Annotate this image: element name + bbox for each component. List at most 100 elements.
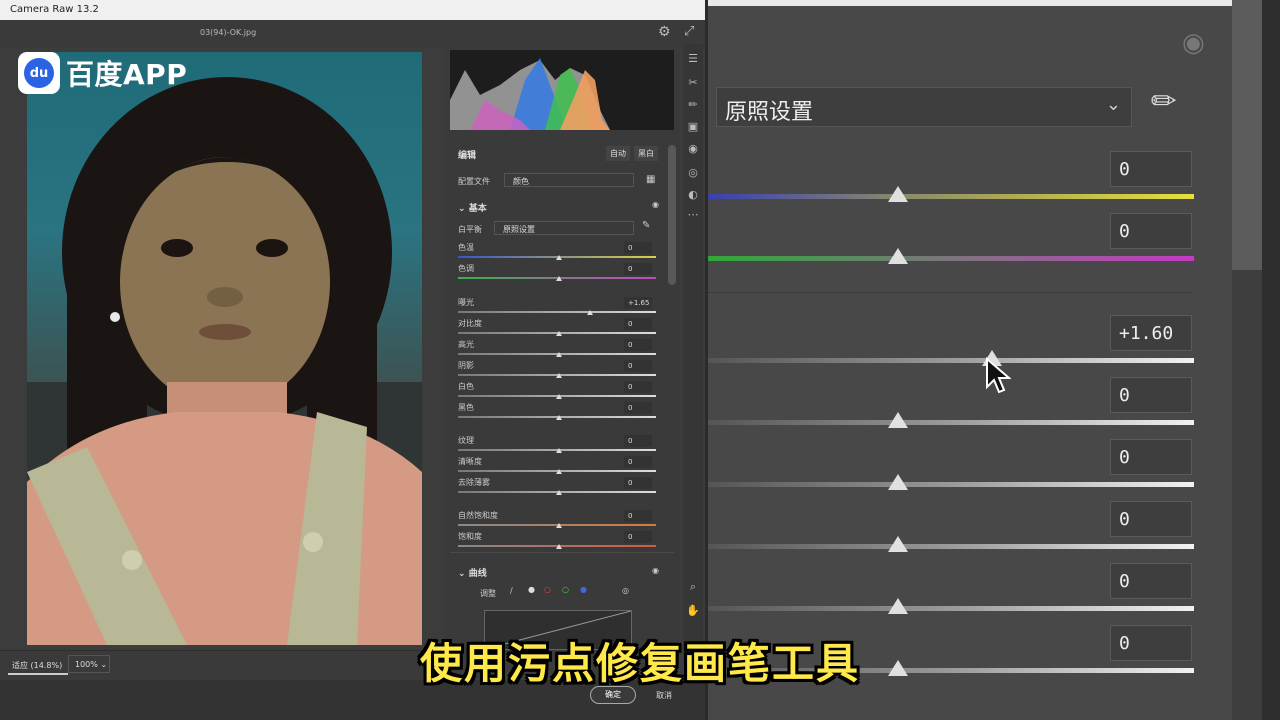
slider-label: 阴影 (458, 361, 474, 370)
slider-thumb[interactable] (556, 448, 562, 453)
preview-photo (27, 52, 422, 645)
histogram (450, 50, 674, 130)
slider-label: 色温 (458, 243, 474, 252)
redeye-icon[interactable]: ◎ (686, 166, 700, 180)
curve-green-icon[interactable]: ○ (562, 585, 569, 594)
zoom-icon[interactable]: ⌕ (686, 580, 700, 594)
presets-icon[interactable]: ◐ (686, 188, 700, 202)
slider-thumb[interactable] (556, 544, 562, 549)
slider-value[interactable]: 0 (624, 510, 652, 522)
slider-thumb[interactable] (556, 523, 562, 528)
fullscreen-icon[interactable]: ⤢ (684, 24, 694, 39)
zoomed-value-box[interactable]: 0 (1110, 501, 1192, 537)
slider-value[interactable]: 0 (624, 477, 652, 489)
profile-select[interactable]: 颜色 (504, 173, 634, 187)
gear-icon[interactable]: ⚙ (658, 24, 671, 40)
tool-column: ☰ ✂ ✏ ▣ ◉ ◎ ◐ ⋯ ⌕ ✋ (683, 44, 703, 659)
cursor-icon (986, 357, 1011, 394)
baidu-logo: du 百度APP (18, 52, 187, 94)
zoomed-value-box[interactable]: +1.60 (1110, 315, 1192, 351)
target-adjust-icon[interactable]: ◎ (622, 586, 629, 595)
zoomed-slider-thumb[interactable] (888, 536, 908, 552)
slider-thumb[interactable] (556, 255, 562, 260)
slider-label: 曝光 (458, 298, 474, 307)
bw-button[interactable]: 黑白 (634, 146, 658, 161)
slider-thumb[interactable] (556, 373, 562, 378)
wb-select-value: 原照设置 (503, 225, 535, 234)
slider-thumb[interactable] (556, 490, 562, 495)
slider-value[interactable]: 0 (624, 456, 652, 468)
crop-icon[interactable]: ✂ (686, 76, 700, 90)
cancel-button[interactable]: 取消 (656, 690, 672, 701)
slider-thumb[interactable] (556, 394, 562, 399)
hand-icon[interactable]: ✋ (686, 604, 700, 618)
scrollbar-thumb[interactable] (1232, 0, 1262, 270)
zoomed-value-box[interactable]: 0 (1110, 439, 1192, 475)
slider-thumb[interactable] (556, 276, 562, 281)
profile-value: 颜色 (513, 177, 529, 186)
zoomed-slider-thumb[interactable] (888, 474, 908, 490)
zoomed-value-box[interactable]: 0 (1110, 377, 1192, 413)
zoomed-slider-thumb[interactable] (888, 186, 908, 202)
slider-value[interactable]: 0 (624, 263, 652, 275)
visibility-icon[interactable]: ◉ (652, 200, 659, 209)
curve-white-icon[interactable]: ● (528, 585, 535, 594)
slider-value[interactable]: 0 (624, 360, 652, 372)
slider-label: 纹理 (458, 436, 474, 445)
panel-scrollbar[interactable] (668, 145, 676, 285)
slider-thumb[interactable] (556, 331, 562, 336)
brush-icon[interactable]: ✏ (686, 98, 700, 112)
eyedropper-icon[interactable]: ✎ (642, 220, 650, 231)
auto-button[interactable]: 自动 (606, 146, 630, 161)
zoomed-value-box[interactable]: 0 (1110, 213, 1192, 249)
curve-parametric-icon[interactable]: ∕ (510, 586, 513, 595)
zoomed-slider-track[interactable] (708, 256, 1194, 261)
zoomed-slider-track[interactable] (708, 420, 1194, 425)
slider-thumb[interactable] (556, 352, 562, 357)
curve-red-icon[interactable]: ○ (544, 585, 551, 594)
subtitle-caption: 使用污点修复画笔工具 (419, 639, 860, 688)
more-icon[interactable]: ⋯ (686, 208, 700, 222)
zoomed-value-box[interactable]: 0 (1110, 563, 1192, 599)
wb-dropdown-zoomed[interactable]: 原照设置 ⌄ (716, 87, 1132, 127)
zoomed-slider-track[interactable] (708, 544, 1194, 549)
curve-blue-icon[interactable]: ● (580, 585, 587, 594)
slider-thumb[interactable] (556, 469, 562, 474)
slider-label: 对比度 (458, 319, 482, 328)
paw-icon: du (24, 58, 54, 88)
wb-select[interactable]: 原照设置 (494, 221, 634, 235)
radial-icon[interactable]: ◉ (686, 142, 700, 156)
slider-thumb[interactable] (556, 415, 562, 420)
slider-value[interactable]: 0 (624, 435, 652, 447)
slider-thumb[interactable] (587, 310, 593, 315)
zoomed-slider-track[interactable] (708, 194, 1194, 199)
section-divider (708, 292, 1192, 293)
slider-value[interactable]: 0 (624, 531, 652, 543)
visibility-icon[interactable]: ◉ (652, 566, 659, 575)
zoomed-slider-track[interactable] (708, 482, 1194, 487)
slider-value[interactable]: 0 (624, 318, 652, 330)
grid-icon[interactable]: ▦ (646, 174, 655, 185)
eye-icon[interactable]: ◉ (1182, 28, 1205, 58)
gradient-icon[interactable]: ▣ (686, 120, 700, 134)
slider-value[interactable]: 0 (624, 381, 652, 393)
histogram-graph (450, 58, 610, 130)
zoomed-value-box[interactable]: 0 (1110, 151, 1192, 187)
curves-section-title[interactable]: ⌄ 曲线 (458, 566, 487, 579)
slider-value[interactable]: 0 (624, 242, 652, 254)
eyedropper-icon[interactable]: ✎ (1143, 80, 1186, 123)
zoomed-slider-thumb[interactable] (888, 248, 908, 264)
slider-track[interactable] (458, 311, 656, 313)
basic-section-title[interactable]: ⌄ 基本 (458, 201, 487, 214)
slider-value[interactable]: 0 (624, 402, 652, 414)
sliders-icon[interactable]: ☰ (686, 52, 700, 66)
slider-value[interactable]: +1.65 (624, 297, 652, 309)
zoomed-slider-thumb[interactable] (888, 598, 908, 614)
divider (450, 552, 674, 553)
slider-label: 高光 (458, 340, 474, 349)
slider-label: 黑色 (458, 403, 474, 412)
zoomed-slider-thumb[interactable] (888, 412, 908, 428)
zoomed-slider-track[interactable] (708, 358, 1194, 363)
slider-value[interactable]: 0 (624, 339, 652, 351)
zoomed-slider-track[interactable] (708, 606, 1194, 611)
